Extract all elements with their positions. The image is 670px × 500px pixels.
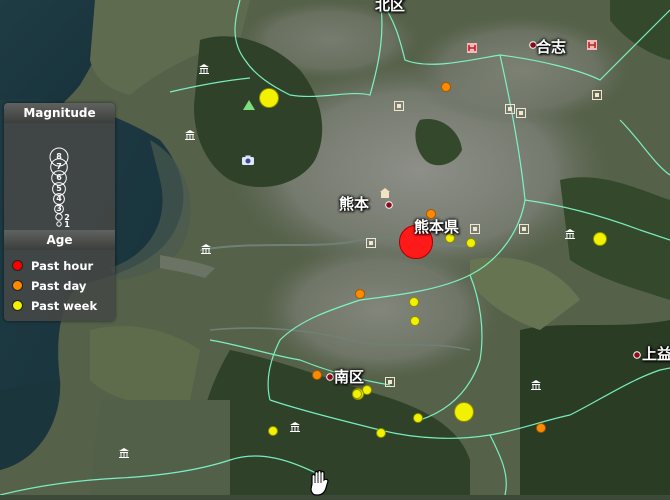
- legend-age-title: Age: [4, 230, 115, 250]
- place-label-kumamoto-city: 熊本: [339, 195, 370, 213]
- museum-icon[interactable]: [118, 444, 130, 458]
- magnitude-circles: 8 7 6 5 4 3 2 1: [49, 147, 70, 229]
- magnitude-label: 6: [56, 173, 62, 182]
- legend-age-label: Past week: [31, 299, 98, 313]
- museum-icon[interactable]: [198, 60, 210, 74]
- museum-icon[interactable]: [184, 126, 196, 140]
- magnitude-label: 7: [56, 162, 62, 171]
- legend-age-past-day: Past day: [4, 276, 115, 296]
- shrine-icon[interactable]: [592, 85, 604, 100]
- legend-age-label: Past hour: [31, 259, 94, 273]
- museum-icon[interactable]: [564, 225, 576, 239]
- museum-icon[interactable]: [200, 240, 212, 254]
- place-label-minami-ku: 南区: [334, 368, 365, 386]
- place-label-kumamoto-pref: 熊本県: [414, 218, 460, 236]
- legend-age-past-week: Past week: [4, 296, 115, 316]
- place-label-koshi: 合志: [536, 38, 567, 56]
- magnitude-label: 8: [56, 152, 62, 161]
- legend-magnitude-title: Magnitude: [4, 103, 115, 123]
- magnitude-label: 4: [56, 194, 62, 203]
- legend-panel: Magnitude 8 7 6 5 4 3 2 1 Age Past hour …: [4, 103, 115, 321]
- shrine-icon[interactable]: [394, 96, 406, 111]
- hospital-icon[interactable]: [586, 36, 598, 50]
- earthquake-marker-week[interactable]: [352, 389, 362, 399]
- yellow-dot-icon: [12, 300, 23, 311]
- shrine-icon[interactable]: [470, 219, 482, 234]
- shrine-icon[interactable]: [385, 372, 397, 387]
- magnitude-scale: 8 7 6 5 4 3 2 1: [4, 123, 115, 230]
- legend-age-label: Past day: [31, 279, 87, 293]
- place-label-kita-ku: 北区: [375, 0, 406, 14]
- museum-icon[interactable]: [289, 418, 301, 432]
- earthquake-marker-week[interactable]: [376, 428, 386, 438]
- hand-cursor-icon: [306, 469, 336, 500]
- magnitude-label: 5: [56, 184, 62, 193]
- red-dot-icon: [12, 260, 23, 271]
- magnitude-label: 1: [64, 220, 70, 229]
- earthquake-marker-day[interactable]: [312, 370, 322, 380]
- shrine-icon[interactable]: [519, 219, 531, 234]
- camera-icon[interactable]: [241, 151, 254, 165]
- hospital-icon[interactable]: [466, 39, 478, 53]
- location-pin-icon[interactable]: [385, 194, 397, 209]
- earthquake-marker-week[interactable]: [410, 316, 420, 326]
- magnitude-label: 3: [56, 204, 62, 213]
- earthquake-marker-week[interactable]: [268, 426, 278, 436]
- earthquake-marker-week[interactable]: [409, 297, 419, 307]
- museum-icon[interactable]: [530, 376, 542, 390]
- legend-age-past-hour: Past hour: [4, 256, 115, 276]
- shrine-icon[interactable]: [516, 103, 528, 118]
- orange-dot-icon: [12, 280, 23, 291]
- shrine-icon[interactable]: [366, 233, 378, 248]
- place-label-kamimashiki: 上益: [642, 345, 670, 363]
